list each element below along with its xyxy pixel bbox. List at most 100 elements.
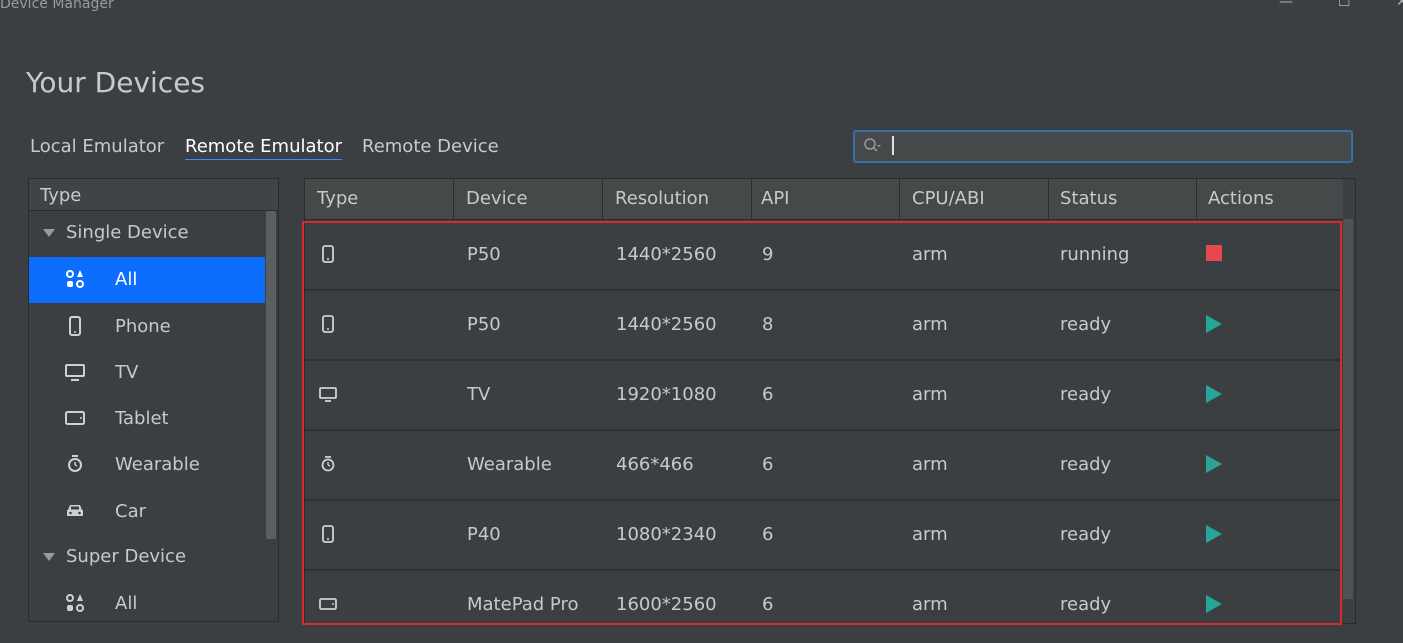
group-super-device[interactable]: Super Device (29, 543, 265, 573)
play-button[interactable] (1206, 315, 1222, 333)
search-icon (864, 138, 881, 152)
minimize-button[interactable]: — (1279, 0, 1293, 10)
table-scrollbar[interactable] (1343, 219, 1353, 599)
sidebar-item-label: Car (115, 501, 146, 522)
device-cpu: arm (912, 384, 948, 405)
device-cpu: arm (912, 244, 948, 265)
device-status: ready (1060, 314, 1112, 335)
collapse-triangle-icon (43, 229, 55, 237)
phone-icon (322, 315, 334, 333)
sidebar-header: Type (29, 179, 278, 211)
maximize-button[interactable]: ☐ (1338, 0, 1351, 10)
sidebar-item-phone[interactable]: Phone (29, 304, 265, 350)
column-header-resolution[interactable]: Resolution (603, 179, 752, 219)
table-row[interactable]: Wearable 466*466 6 arm ready (305, 430, 1341, 501)
watch-icon (321, 456, 335, 472)
group-label: Single Device (66, 222, 189, 243)
column-header-cpu[interactable]: CPU/ABI (900, 179, 1049, 219)
car-icon (67, 505, 83, 516)
device-cpu: arm (912, 314, 948, 335)
group-label: Super Device (66, 546, 187, 567)
tv-icon (319, 387, 337, 402)
close-button[interactable]: ✕ (1396, 0, 1403, 10)
grid-icon (66, 594, 84, 612)
sidebar-item-wearable[interactable]: Wearable (29, 442, 265, 488)
device-api: 6 (762, 384, 774, 405)
sidebar-scrollbar[interactable] (266, 211, 276, 539)
device-api: 6 (762, 454, 774, 475)
device-name: TV (467, 384, 491, 405)
column-label: API (761, 188, 790, 209)
device-name: MatePad Pro (467, 594, 579, 615)
text-caret (892, 136, 894, 155)
sidebar-item-label: All (115, 593, 138, 614)
sidebar-item-car[interactable]: Car (29, 489, 265, 535)
window-title: Device Manager (0, 0, 114, 12)
device-status: ready (1060, 594, 1112, 615)
device-api: 6 (762, 524, 774, 545)
collapse-triangle-icon (43, 553, 55, 561)
table-row[interactable]: P50 1440*2560 8 arm ready (305, 290, 1341, 361)
tab-local-emulator[interactable]: Local Emulator (30, 136, 164, 157)
sidebar-item-tablet[interactable]: Tablet (29, 396, 265, 442)
column-label: CPU/ABI (912, 188, 985, 209)
device-table: Type Device Resolution API CPU/ABI Statu… (304, 178, 1356, 624)
sidebar-item-label: Wearable (115, 454, 200, 475)
device-resolution: 1440*2560 (616, 244, 717, 265)
phone-icon (322, 525, 334, 543)
device-api: 6 (762, 594, 774, 615)
column-header-status[interactable]: Status (1048, 179, 1197, 219)
search-input[interactable] (853, 130, 1353, 163)
device-resolution: 1440*2560 (616, 314, 717, 335)
tab-remote-emulator[interactable]: Remote Emulator (185, 136, 342, 160)
column-label: Resolution (615, 188, 710, 209)
stop-button[interactable] (1206, 245, 1222, 261)
table-row[interactable]: MatePad Pro 1600*2560 6 arm ready (305, 570, 1341, 623)
tablet-icon (65, 411, 85, 425)
sidebar-item-tv[interactable]: TV (29, 350, 265, 396)
sidebar-item-label: All (115, 269, 138, 290)
device-cpu: arm (912, 594, 948, 615)
column-label: Actions (1208, 188, 1274, 209)
sidebar-item-label: Tablet (115, 408, 169, 429)
sidebar-item-super-all[interactable]: All (29, 581, 265, 621)
table-row[interactable]: P50 1440*2560 9 arm running (305, 220, 1341, 291)
device-cpu: arm (912, 454, 948, 475)
play-button[interactable] (1206, 595, 1222, 613)
device-name: P50 (467, 244, 501, 265)
device-name: P40 (467, 524, 501, 545)
device-resolution: 1600*2560 (616, 594, 717, 615)
column-header-actions[interactable]: Actions (1196, 179, 1343, 219)
type-sidebar: Type Single Device All Phone TV Tablet W… (28, 178, 279, 622)
grid-icon (66, 270, 84, 288)
device-api: 8 (762, 314, 774, 335)
device-status: ready (1060, 454, 1112, 475)
column-header-device[interactable]: Device (454, 179, 603, 219)
play-button[interactable] (1206, 525, 1222, 543)
device-status: ready (1060, 384, 1112, 405)
play-button[interactable] (1206, 385, 1222, 403)
column-header-api[interactable]: API (751, 179, 900, 219)
column-label: Type (317, 188, 359, 209)
group-single-device[interactable]: Single Device (29, 219, 265, 249)
tab-remote-device[interactable]: Remote Device (362, 136, 499, 157)
device-status: running (1060, 244, 1130, 265)
device-name: Wearable (467, 454, 552, 475)
sidebar-header-label: Type (40, 185, 82, 206)
sidebar-item-label: Phone (115, 316, 171, 337)
sidebar-item-all[interactable]: All (29, 257, 265, 303)
table-row[interactable]: P40 1080*2340 6 arm ready (305, 500, 1341, 571)
table-row[interactable]: TV 1920*1080 6 arm ready (305, 360, 1341, 431)
device-resolution: 1080*2340 (616, 524, 717, 545)
device-resolution: 466*466 (616, 454, 694, 475)
column-label: Status (1060, 188, 1118, 209)
phone-icon (322, 245, 334, 263)
column-label: Device (466, 188, 528, 209)
tablet-icon (319, 598, 337, 610)
device-status: ready (1060, 524, 1112, 545)
column-header-type[interactable]: Type (305, 179, 454, 219)
phone-icon (69, 316, 81, 336)
play-button[interactable] (1206, 455, 1222, 473)
tv-icon (65, 364, 85, 381)
table-header: Type Device Resolution API CPU/ABI Statu… (305, 179, 1343, 220)
